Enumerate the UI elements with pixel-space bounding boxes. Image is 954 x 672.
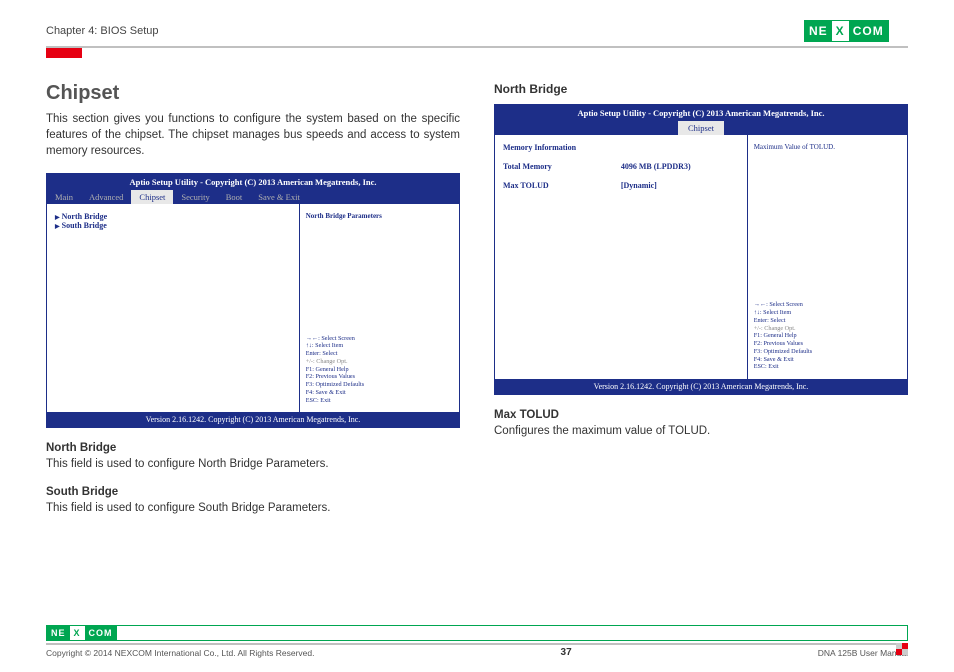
bios-tab-advanced[interactable]: Advanced (81, 190, 131, 204)
footer-doc-name: DNA 125B User Manual (818, 648, 908, 658)
chapter-label: Chapter 4: BIOS Setup (46, 25, 159, 37)
footer-copyright: Copyright © 2014 NEXCOM International Co… (46, 648, 314, 658)
bios-tab-security[interactable]: Security (173, 190, 217, 204)
north-bridge-heading: North Bridge (46, 442, 460, 454)
max-tolud-heading: Max TOLUD (494, 409, 908, 421)
south-bridge-desc: This field is used to configure South Br… (46, 500, 460, 516)
bios-footer: Version 2.16.1242. Copyright (C) 2013 Am… (47, 412, 459, 427)
page-header: Chapter 4: BIOS Setup NE X COM (46, 20, 908, 48)
bios-help-top: North Bridge Parameters (306, 212, 453, 220)
bios-tab-boot[interactable]: Boot (218, 190, 251, 204)
bios-tab-chipset-2[interactable]: Chipset (678, 121, 724, 135)
left-column: Chipset This section gives you functions… (46, 82, 460, 516)
bios-help-keys-2: →←: Select Screen ↑↓: Select Item Enter:… (754, 301, 901, 371)
bios-tab-chipset[interactable]: Chipset (131, 190, 173, 204)
memory-info-heading: Memory Information (503, 143, 739, 152)
max-tolud-desc: Configures the maximum value of TOLUD. (494, 423, 908, 439)
chipset-intro: This section gives you functions to conf… (46, 111, 460, 159)
bios-item-north-bridge[interactable]: North Bridge (55, 212, 291, 221)
section-title-chipset: Chipset (46, 82, 460, 105)
right-column: North Bridge Aptio Setup Utility - Copyr… (494, 82, 908, 516)
bios-tab-save[interactable]: Save & Exit (250, 190, 308, 204)
bios-screenshot-chipset: Aptio Setup Utility - Copyright (C) 2013… (46, 173, 460, 428)
bios-title: Aptio Setup Utility - Copyright (C) 2013… (47, 174, 459, 190)
red-tab (46, 48, 908, 58)
max-tolud-value[interactable]: [Dynamic] (621, 181, 739, 190)
total-memory-value: 4096 MB (LPDDR3) (621, 162, 739, 171)
footer-squares-icon (896, 643, 908, 655)
page-number: 37 (561, 647, 572, 658)
bios-item-south-bridge[interactable]: South Bridge (55, 221, 291, 230)
bios-help-top-2: Maximum Value of TOLUD. (754, 143, 901, 151)
section-title-north-bridge: North Bridge (494, 82, 908, 96)
bios-title-2: Aptio Setup Utility - Copyright (C) 2013… (495, 105, 907, 121)
bios-tab-main[interactable]: Main (47, 190, 81, 204)
footer-logo: NE X COM (46, 625, 908, 641)
nexcom-logo: NE X COM (804, 20, 908, 42)
bios-footer-2: Version 2.16.1242. Copyright (C) 2013 Am… (495, 379, 907, 394)
bios-tab-row-2: Chipset (495, 121, 907, 135)
bios-screenshot-north-bridge: Aptio Setup Utility - Copyright (C) 2013… (494, 104, 908, 395)
max-tolud-label: Max TOLUD (503, 181, 621, 190)
south-bridge-heading: South Bridge (46, 486, 460, 498)
bios-help-keys: →←: Select Screen ↑↓: Select Item Enter:… (306, 335, 453, 405)
page-footer: NE X COM Copyright © 2014 NEXCOM Interna… (46, 625, 908, 658)
bios-item-list: North Bridge South Bridge (47, 204, 300, 412)
bios-menu-bar: Main Advanced Chipset Security Boot Save… (47, 190, 459, 204)
bios-memory-panel: Memory Information Total Memory 4096 MB … (495, 135, 748, 379)
total-memory-label: Total Memory (503, 162, 621, 171)
north-bridge-desc: This field is used to configure North Br… (46, 456, 460, 472)
